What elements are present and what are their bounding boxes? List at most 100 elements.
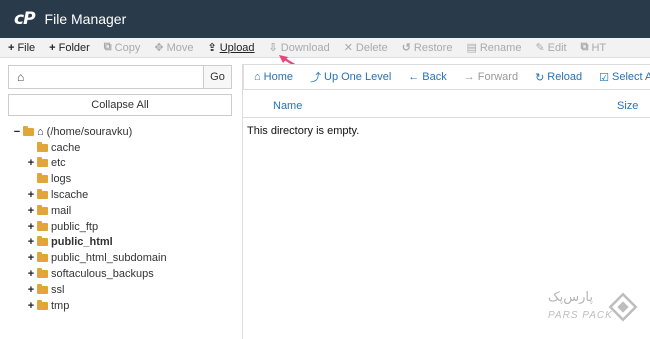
html-editor-label: HT — [591, 41, 607, 54]
expand-icon[interactable]: + — [26, 268, 36, 280]
tree-item-label: cache — [51, 141, 81, 154]
collapse-icon[interactable]: − — [12, 126, 22, 138]
tree-root[interactable]: − ⌂ (/home/souravku) — [12, 124, 232, 140]
home-icon: ⌂ — [17, 70, 25, 84]
empty-directory-message: This directory is empty. — [247, 125, 360, 137]
home-button[interactable]: ⌂ Home — [254, 71, 293, 83]
edit-label: Edit — [547, 41, 567, 54]
move-button[interactable]: ✥ Move — [154, 41, 194, 55]
copy-button[interactable]: ⧉ Copy — [104, 41, 141, 54]
edit-button[interactable]: ✎ Edit — [535, 41, 567, 55]
new-folder-label: Folder — [58, 41, 90, 54]
new-file-button[interactable]: + File — [8, 42, 35, 54]
upload-button[interactable]: ⇪ Upload — [207, 41, 254, 55]
plus-icon: + — [8, 41, 15, 54]
tree-item-public-html[interactable]: + public_html — [12, 235, 232, 251]
tree-item-etc[interactable]: + etc — [12, 156, 232, 172]
restore-label: Restore — [413, 41, 453, 54]
tree-item-public-html-subdomain[interactable]: + public_html_subdomain — [12, 250, 232, 266]
html-editor-icon: ⧉ — [580, 41, 589, 53]
folder-icon — [37, 141, 48, 152]
move-icon: ✥ — [154, 42, 164, 54]
delete-button[interactable]: ✕ Delete — [343, 41, 388, 55]
rename-icon: ▤ — [466, 42, 477, 54]
folder-icon — [37, 299, 48, 310]
folder-open-icon — [23, 125, 34, 136]
file-table-header: Name Size — [243, 94, 650, 118]
restore-button[interactable]: ↺ Restore — [402, 41, 453, 55]
forward-label: Forward — [477, 71, 519, 83]
expand-icon[interactable]: + — [26, 300, 36, 312]
tree-item-cache[interactable]: cache — [12, 140, 232, 156]
forward-button[interactable]: → Forward — [464, 71, 518, 83]
collapse-all-button[interactable]: Collapse All — [8, 94, 232, 116]
home-icon: ⌂ — [37, 125, 44, 138]
parspack-logo-icon — [608, 292, 638, 322]
download-button[interactable]: ⇩ Download — [269, 41, 330, 55]
back-button[interactable]: ← Back — [408, 71, 446, 83]
tree-item-mail[interactable]: + mail — [12, 203, 232, 219]
arrow-right-icon: → — [463, 71, 475, 83]
reload-button[interactable]: ↻ Reload — [535, 71, 582, 84]
expand-icon[interactable]: + — [26, 205, 36, 217]
edit-icon: ✎ — [535, 42, 545, 54]
reload-label: Reload — [547, 71, 583, 83]
folder-icon — [37, 220, 48, 231]
directory-tree: − ⌂ (/home/souravku) cache + etc logs + lscac… — [12, 124, 232, 314]
expand-icon[interactable]: + — [26, 221, 36, 233]
expand-icon[interactable]: + — [26, 236, 36, 248]
cpanel-logo[interactable]: cP — [14, 9, 36, 29]
watermark-text: پارس‌پک — [548, 290, 593, 305]
up-one-level-button[interactable]: ⤴ Up One Level — [310, 69, 391, 85]
tree-item-label: public_ftp — [51, 220, 99, 233]
tree-children: cache + etc logs + lscache + mail + public_ftp + pu… — [12, 140, 232, 314]
tree-item-ssl[interactable]: + ssl — [12, 282, 232, 298]
folder-icon — [37, 189, 48, 200]
expand-icon[interactable]: + — [26, 252, 36, 264]
left-panel: ⌂ Go Collapse All − ⌂ (/home/souravku) c… — [0, 58, 237, 339]
app-title: File Manager — [44, 11, 127, 27]
move-label: Move — [166, 41, 194, 54]
upload-icon: ⇪ — [207, 42, 217, 54]
tree-item-label: lscache — [51, 189, 89, 202]
folder-icon — [37, 204, 48, 215]
tree-root-label: (/home/souravku) — [46, 125, 133, 138]
back-label: Back — [422, 71, 447, 83]
new-folder-button[interactable]: + Folder — [49, 42, 90, 54]
tree-item-tmp[interactable]: + tmp — [12, 298, 232, 314]
tree-item-label: softaculous_backups — [51, 268, 154, 281]
expand-icon[interactable]: + — [26, 189, 36, 201]
tree-item-label: public_html_subdomain — [51, 252, 167, 265]
folder-icon — [37, 283, 48, 294]
parspack-watermark: پارس‌پک PARS PACK — [544, 288, 644, 332]
up-one-level-label: Up One Level — [324, 71, 392, 83]
column-header-name[interactable]: Name — [273, 100, 302, 112]
tree-item-label: public_html — [51, 236, 113, 249]
expand-icon[interactable]: + — [26, 284, 36, 296]
tree-item-public-ftp[interactable]: + public_ftp — [12, 219, 232, 235]
plus-icon: + — [49, 41, 56, 54]
arrow-left-icon: ← — [408, 71, 420, 83]
select-all-button[interactable]: ☑ Select All — [599, 71, 650, 84]
expand-icon[interactable]: + — [26, 157, 36, 169]
navigation-bar: ⌂ Home ⤴ Up One Level ← Back → Forward ↻… — [243, 64, 650, 90]
path-input[interactable]: ⌂ — [9, 66, 203, 88]
rename-button[interactable]: ▤ Rename — [466, 41, 522, 55]
html-editor-button[interactable]: ⧉ HT — [581, 41, 607, 54]
column-header-size[interactable]: Size — [617, 100, 638, 112]
tree-item-label: mail — [51, 204, 72, 217]
delete-icon: ✕ — [343, 42, 353, 54]
go-button[interactable]: Go — [203, 66, 231, 88]
level-up-icon: ⤴ — [310, 72, 321, 84]
tree-item-lscache[interactable]: + lscache — [12, 187, 232, 203]
folder-icon — [37, 268, 48, 279]
tree-item-softaculous-backups[interactable]: + softaculous_backups — [12, 266, 232, 282]
tree-item-logs[interactable]: logs — [12, 171, 232, 187]
download-label: Download — [280, 41, 330, 54]
tree-item-label: logs — [51, 173, 72, 186]
folder-icon — [37, 157, 48, 168]
home-label: Home — [263, 71, 293, 83]
checkbox-icon: ☑ — [599, 71, 610, 84]
rename-label: Rename — [479, 41, 522, 54]
delete-label: Delete — [355, 41, 388, 54]
